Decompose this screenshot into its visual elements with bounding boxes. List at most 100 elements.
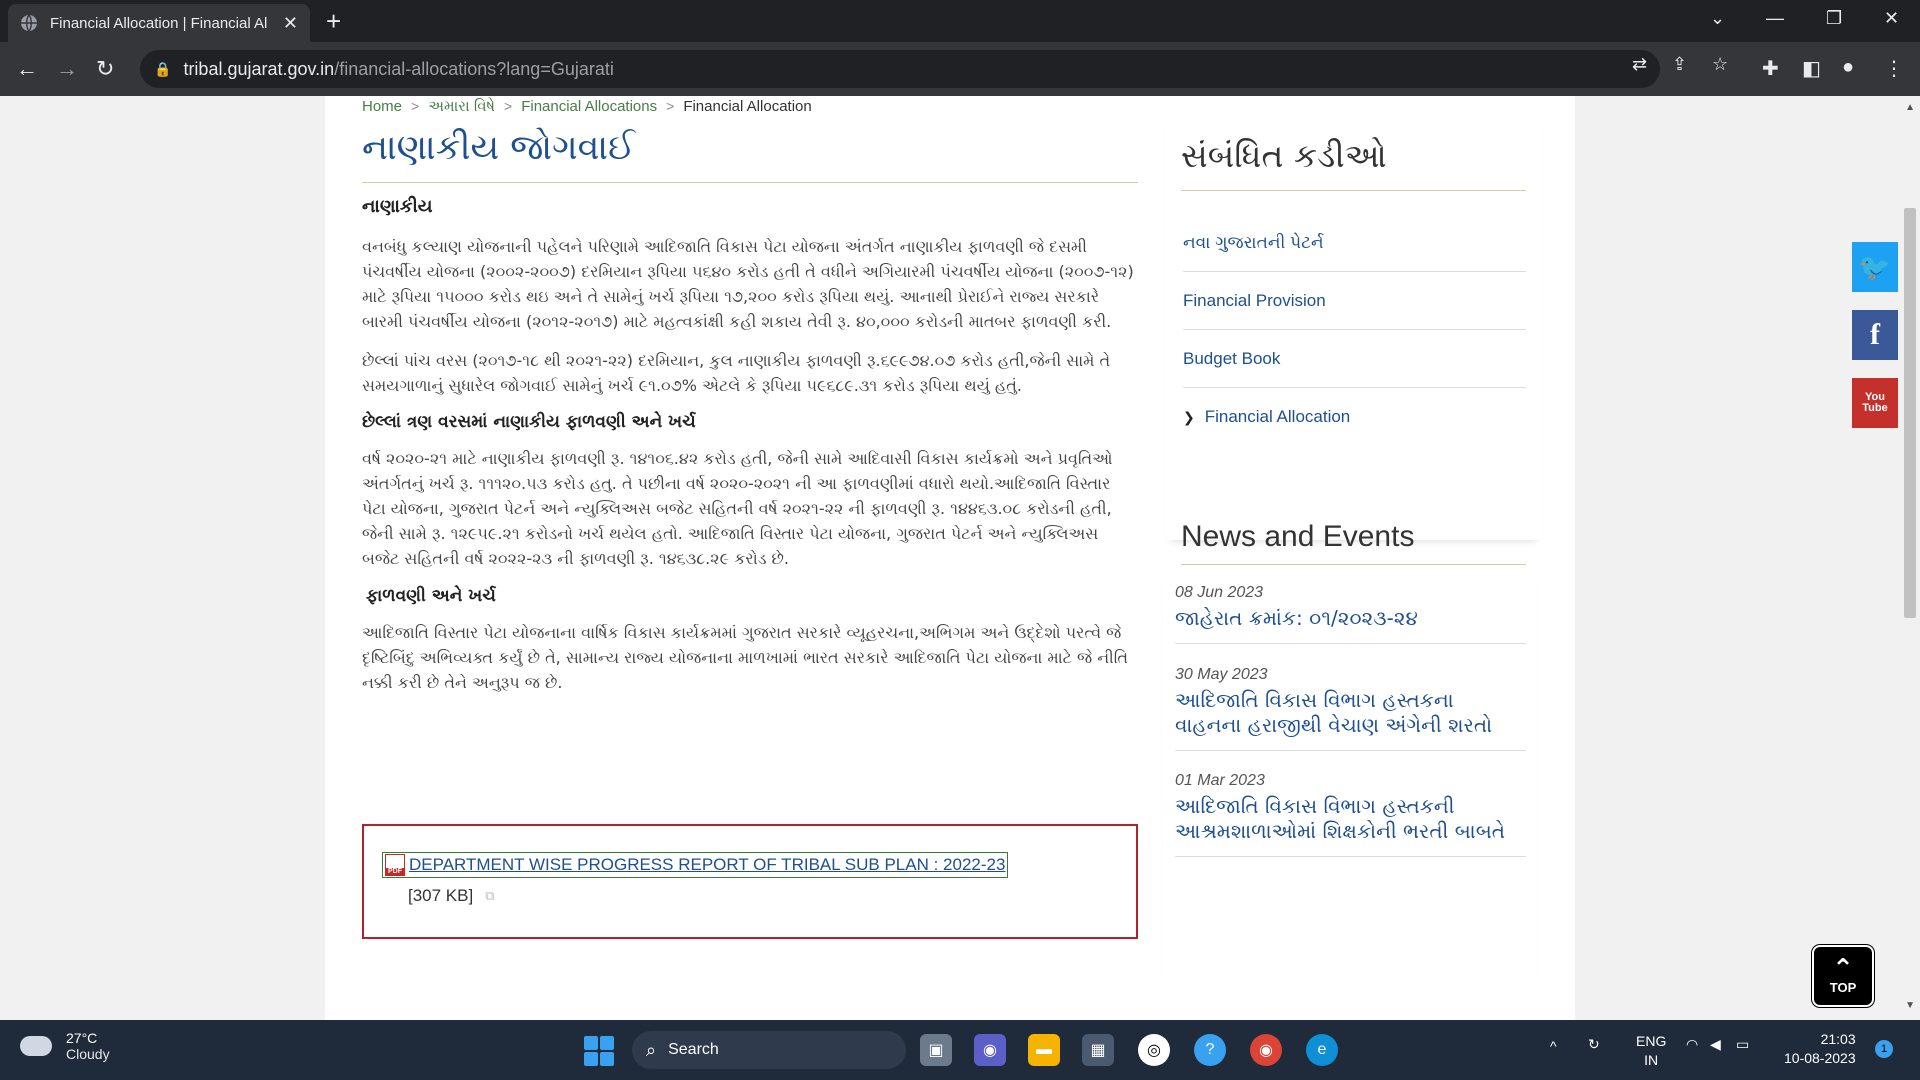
news-link[interactable]: જાહેરાત ક્રમાંક: ૦૧/૨૦૨૩-૨૪	[1175, 606, 1526, 631]
close-tab-icon[interactable]: ✕	[283, 13, 298, 34]
profile-icon[interactable]: ●	[1842, 56, 1854, 79]
related-link-new-gujarat-pattern[interactable]: નવા ગુજરાતની પેટર્ન	[1183, 214, 1526, 272]
chevron-up-icon[interactable]: ^	[1550, 1038, 1557, 1054]
page-title: નાણાકીય જોગવાઈ	[362, 128, 1138, 183]
related-link-label: Budget Book	[1183, 348, 1281, 368]
breadcrumb: Home > અમારા વિષે > Financial Allocation…	[362, 96, 812, 116]
browser-tab-bar: Financial Allocation | Financial Al ✕ + …	[0, 0, 1920, 42]
scroll-up-icon[interactable]: ▲	[1905, 102, 1915, 113]
store-icon[interactable]: ▦	[1082, 1034, 1114, 1066]
language-indicator[interactable]: ENG IN	[1636, 1032, 1666, 1070]
weather-temperature: 27°C	[66, 1030, 98, 1046]
share-icon[interactable]: ⇪	[1672, 54, 1687, 75]
taskbar-search[interactable]: ⌕ Search	[632, 1031, 906, 1069]
news-link[interactable]: આદિજાતિ વિકાસ વિભાગ હસ્તકની આશ્રમશાળાઓમા…	[1175, 794, 1526, 844]
file-size-text: [307 KB]	[408, 886, 474, 905]
windows-taskbar: 27°C Cloudy ⌕ Search ▣ ◉ ▬ ▦ ◎ ? ◉ e ^ ↻…	[0, 1020, 1920, 1080]
language-code: ENG	[1636, 1033, 1667, 1049]
related-links-title: સંબંધિત કડીઓ	[1181, 136, 1526, 191]
back-to-top-button[interactable]: ⌃ TOP	[1812, 945, 1874, 1007]
related-link-label: Financial Provision	[1183, 290, 1326, 310]
volume-icon[interactable]: ◀	[1710, 1036, 1721, 1053]
chevron-right-icon: ❯	[1183, 408, 1195, 425]
close-window-button[interactable]: ✕	[1884, 8, 1899, 29]
related-link-financial-allocation[interactable]: ❯ Financial Allocation	[1183, 388, 1526, 446]
news-title: News and Events	[1181, 520, 1526, 565]
paragraph-allocation: આદિજાતિ વિસ્તાર પેટા યોજનાના વાર્ષિક વિક…	[362, 623, 1128, 692]
weather-widget[interactable]: 27°C Cloudy	[20, 1030, 110, 1062]
cloud-icon	[20, 1036, 52, 1056]
section-heading-three-years: છેલ્લાં ત્રણ વરસમાં નાણાકીય ફાળવણી અને ખ…	[362, 412, 696, 432]
paragraph-five-years: છેલ્લાં પાંચ વરસ (૨૦૧૭-૧૮ થી ૨૦૨૧-૨૨) દર…	[362, 351, 1111, 395]
weather-description: Cloudy	[66, 1046, 110, 1062]
news-item: 08 Jun 2023 જાહેરાત ક્રમાંક: ૦૧/૨૦૨૩-૨૪	[1175, 584, 1526, 644]
wifi-icon[interactable]: ◠	[1686, 1036, 1698, 1053]
news-date: 01 Mar 2023	[1175, 772, 1265, 789]
help-icon[interactable]: ?	[1194, 1034, 1226, 1066]
breadcrumb-home[interactable]: Home	[362, 98, 402, 115]
clock-time: 21:03	[1820, 1031, 1856, 1047]
reload-button[interactable]: ↻	[96, 56, 114, 82]
download-box: PDF DEPARTMENT WISE PROGRESS REPORT OF T…	[362, 824, 1138, 939]
download-link-wrapper[interactable]: PDF DEPARTMENT WISE PROGRESS REPORT OF T…	[382, 852, 1009, 878]
battery-icon[interactable]: ▭	[1736, 1036, 1749, 1053]
pdf-icon: PDF	[385, 854, 405, 876]
back-button[interactable]: ←	[16, 56, 38, 82]
page-scrollbar[interactable]: ▲ ▼	[1900, 96, 1920, 1020]
restore-button[interactable]: ❐	[1826, 8, 1842, 29]
related-link-label: નવા ગુજરાતની પેટર્ન	[1183, 232, 1324, 252]
address-bar-row: ← → ↻ 🔒 tribal.gujarat.gov.in/financial-…	[0, 42, 1920, 96]
clock[interactable]: 21:03 10-08-2023	[1784, 1030, 1856, 1068]
url-bar[interactable]: 🔒 tribal.gujarat.gov.in/financial-alloca…	[140, 50, 1660, 88]
url-host: tribal.gujarat.gov.in	[183, 58, 335, 79]
translate-icon[interactable]: ⇄	[1632, 54, 1647, 75]
task-view-icon[interactable]: ▣	[920, 1034, 952, 1066]
tab-search-icon[interactable]: ⌄	[1710, 8, 1725, 29]
forward-button[interactable]: →	[56, 56, 78, 82]
scroll-down-icon[interactable]: ▼	[1905, 1000, 1915, 1011]
breadcrumb-current: Financial Allocation	[683, 97, 812, 115]
menu-icon[interactable]: ⋮	[1884, 56, 1904, 81]
chevron-right-icon: >	[666, 98, 675, 114]
news-item: 01 Mar 2023 આદિજાતિ વિકાસ વિભાગ હસ્તકની …	[1175, 772, 1526, 857]
news-item: 30 May 2023 આદિજાતિ વિકાસ વિભાગ હસ્તકના …	[1175, 666, 1526, 751]
browser-tab[interactable]: Financial Allocation | Financial Al ✕	[8, 4, 310, 42]
side-panel-icon[interactable]: ◧	[1802, 56, 1821, 81]
search-icon: ⌕	[646, 1039, 657, 1060]
chevron-right-icon: >	[504, 98, 513, 114]
youtube-icon[interactable]: You Tube	[1852, 378, 1898, 428]
minimize-button[interactable]: —	[1766, 8, 1784, 29]
related-link-budget-book[interactable]: Budget Book	[1183, 330, 1526, 388]
paragraph-intro: વનબંધુ કલ્યાણ યોજનાની પહેલને પરિણામે આદિ…	[362, 237, 1134, 331]
extensions-icon[interactable]: ✚	[1762, 56, 1779, 81]
sync-icon[interactable]: ↻	[1588, 1036, 1600, 1053]
file-explorer-icon[interactable]: ▬	[1028, 1034, 1060, 1066]
page-viewport: Home > અમારા વિષે > Financial Allocation…	[0, 96, 1920, 1020]
region-code: IN	[1644, 1052, 1659, 1068]
related-link-financial-provision[interactable]: Financial Provision	[1183, 272, 1526, 330]
pdf-icon-label: PDF	[386, 868, 404, 875]
external-link-icon[interactable]: ⧉	[485, 888, 494, 904]
clock-date: 10-08-2023	[1784, 1050, 1856, 1066]
facebook-icon[interactable]: f	[1852, 310, 1898, 360]
section-heading-financial: નાણાકીય	[362, 196, 433, 217]
start-button[interactable]	[584, 1036, 614, 1066]
lock-icon[interactable]: 🔒	[154, 61, 171, 78]
twitter-icon[interactable]: 🐦	[1852, 242, 1898, 292]
download-report-link[interactable]: DEPARTMENT WISE PROGRESS REPORT OF TRIBA…	[409, 855, 1005, 875]
breadcrumb-about[interactable]: અમારા વિષે	[428, 98, 495, 115]
edge-icon[interactable]: e	[1306, 1034, 1338, 1066]
chrome-icon[interactable]: ◉	[1250, 1034, 1282, 1066]
scroll-thumb[interactable]	[1904, 208, 1916, 618]
new-tab-button[interactable]: +	[326, 8, 341, 34]
app-icon[interactable]: ◎	[1138, 1034, 1170, 1066]
related-link-label: Financial Allocation	[1204, 407, 1351, 426]
chevron-right-icon: >	[411, 98, 420, 114]
notification-badge[interactable]: 1	[1875, 1040, 1893, 1058]
news-link[interactable]: આદિજાતિ વિકાસ વિભાગ હસ્તકના વાહનના હરાજી…	[1175, 688, 1526, 738]
bookmark-star-icon[interactable]: ☆	[1712, 54, 1728, 75]
footer-content	[325, 980, 1575, 1020]
file-size: [307 KB] ⧉	[408, 886, 495, 906]
breadcrumb-financial-allocations[interactable]: Financial Allocations	[521, 98, 657, 115]
teams-chat-icon[interactable]: ◉	[974, 1034, 1006, 1066]
